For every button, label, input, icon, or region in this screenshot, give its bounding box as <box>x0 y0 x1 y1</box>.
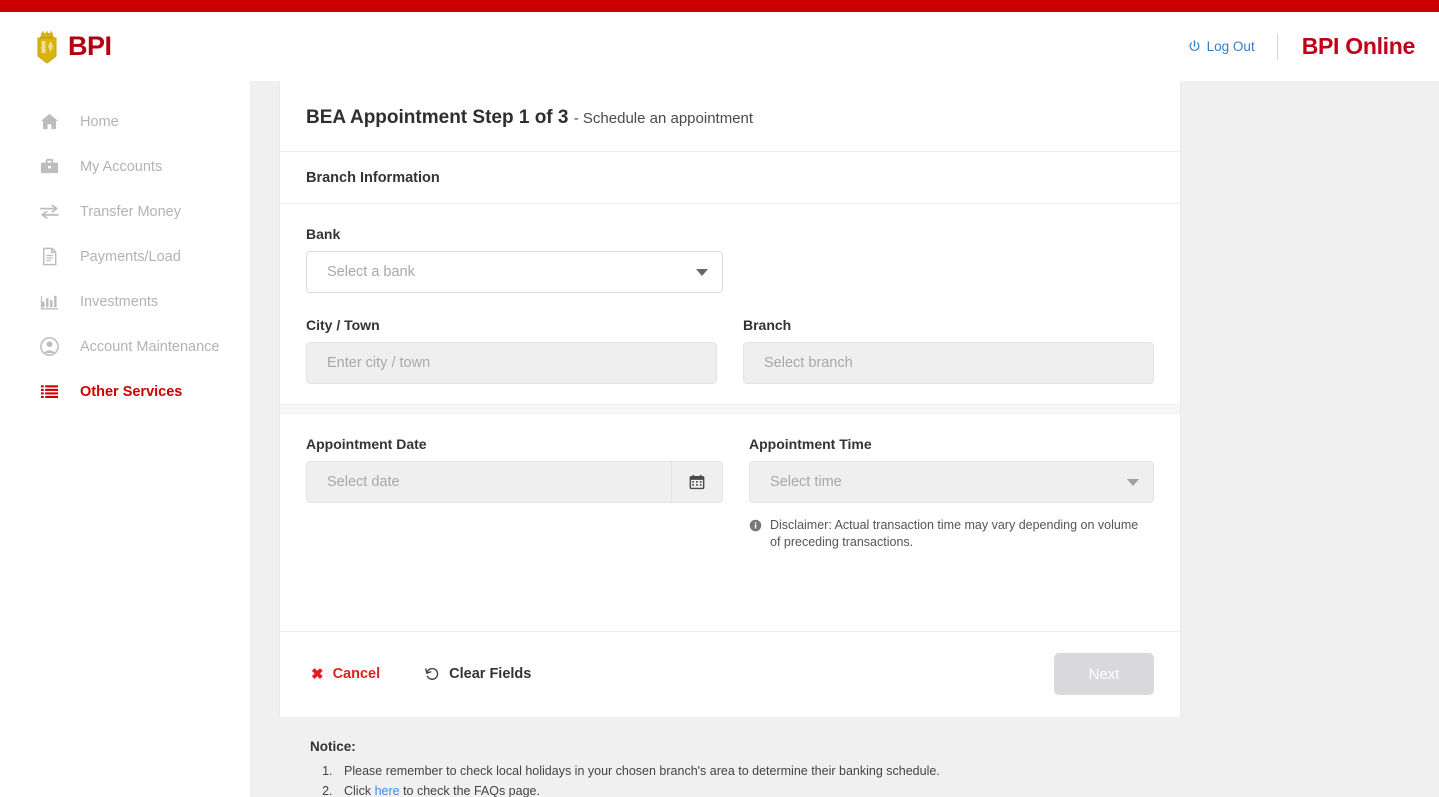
city-input[interactable]: Enter city / town <box>306 342 717 384</box>
sidebar-item-my-accounts[interactable]: My Accounts <box>0 144 250 189</box>
page-title: BEA Appointment Step 1 of 3 - Schedule a… <box>280 81 1180 152</box>
sidebar-item-home[interactable]: Home <box>0 99 250 144</box>
calendar-icon <box>689 474 705 490</box>
city-field-group: City / Town Enter city / town <box>306 317 717 384</box>
appointment-date-control: Select date <box>306 461 723 503</box>
product-name: BPI Online <box>1301 33 1416 59</box>
chevron-down-icon <box>696 268 708 276</box>
calendar-picker-button[interactable] <box>671 461 723 503</box>
notice-list: Please remember to check local holidays … <box>310 761 1439 797</box>
notice-item-text-after: to check the FAQs page. <box>399 784 540 797</box>
sidebar-item-label: Transfer Money <box>80 203 181 220</box>
card-actions: ✖ Cancel Clear Fields Next <box>280 630 1180 717</box>
section-title-branch-information: Branch Information <box>280 152 1180 204</box>
bar-chart-icon <box>38 291 60 313</box>
disclaimer-text: Disclaimer: Actual transaction time may … <box>770 518 1139 549</box>
sidebar-item-transfer-money[interactable]: Transfer Money <box>0 189 250 234</box>
undo-icon <box>425 668 439 681</box>
page-body: Home My Accounts Transfer Money Payments… <box>0 81 1439 797</box>
logout-button[interactable]: Log Out <box>1188 39 1277 54</box>
branch-field-group: Branch Select branch <box>743 317 1154 384</box>
transfer-arrows-icon <box>38 201 60 223</box>
appointment-time-label: Appointment Time <box>749 436 872 452</box>
notice-block: Notice: Please remember to check local h… <box>280 716 1439 797</box>
sidebar-item-other-services[interactable]: Other Services <box>0 369 250 414</box>
x-icon: ✖ <box>311 665 324 683</box>
faq-link[interactable]: here <box>375 784 400 797</box>
appointment-date-label: Appointment Date <box>306 436 427 452</box>
notice-item-text: Click <box>344 784 375 797</box>
home-icon <box>38 111 60 133</box>
sidebar-item-label: Home <box>80 113 119 130</box>
brand-logo[interactable]: BPI <box>34 29 112 64</box>
bank-placeholder: Select a bank <box>327 264 415 280</box>
brand-name: BPI <box>68 31 112 61</box>
cancel-button[interactable]: ✖ Cancel <box>311 666 380 682</box>
branch-placeholder: Select branch <box>764 355 853 371</box>
next-button[interactable]: Next <box>1054 653 1154 696</box>
header-actions: Log Out BPI Online <box>1188 33 1415 60</box>
list-item: Please remember to check local holidays … <box>336 761 1439 781</box>
page-title-sub: - Schedule an appointment <box>573 110 754 127</box>
notice-title: Notice: <box>310 738 356 754</box>
appointment-date-placeholder: Select date <box>327 474 400 490</box>
section-divider <box>280 404 1180 414</box>
branch-label: Branch <box>743 317 792 333</box>
notice-item-text: Please remember to check local holidays … <box>344 763 940 778</box>
bank-field-group: Bank Select a bank <box>306 226 1154 293</box>
appointment-time-placeholder: Select time <box>770 474 842 490</box>
appointment-time-group: Appointment Time Select time Disclaimer:… <box>749 436 1154 551</box>
city-placeholder: Enter city / town <box>327 355 431 371</box>
main-content: BEA Appointment Step 1 of 3 - Schedule a… <box>280 81 1439 797</box>
appointment-time-select[interactable]: Select time <box>749 461 1154 503</box>
sidebar-item-account-maintenance[interactable]: Account Maintenance <box>0 324 250 369</box>
appointment-date-group: Appointment Date Select date <box>306 436 723 551</box>
city-label: City / Town <box>306 317 380 333</box>
document-icon <box>38 246 60 268</box>
user-circle-icon <box>38 336 60 358</box>
logout-label: Log Out <box>1206 39 1255 54</box>
power-icon <box>1189 40 1200 52</box>
sidebar-item-label: Account Maintenance <box>80 338 220 355</box>
branch-information-fields: Bank Select a bank City / Town Enter cit… <box>280 204 1180 404</box>
list-item: Click here to check the FAQs page. <box>336 781 1439 797</box>
appointment-card: BEA Appointment Step 1 of 3 - Schedule a… <box>280 81 1180 717</box>
sidebar-item-label: Payments/Load <box>80 248 181 265</box>
clear-fields-label: Clear Fields <box>449 666 532 683</box>
bank-select[interactable]: Select a bank <box>306 251 723 293</box>
bpi-crest-logo-icon <box>37 29 57 64</box>
bank-label: Bank <box>306 226 341 242</box>
sidebar-item-label: Investments <box>80 293 159 310</box>
clear-fields-button[interactable]: Clear Fields <box>424 666 531 682</box>
layout-gutter <box>250 81 280 797</box>
sidebar-item-label: Other Services <box>80 383 183 400</box>
page-title-strong: BEA Appointment Step 1 of 3 <box>306 107 569 128</box>
date-time-row: Appointment Date Select date Appointment… <box>306 436 1154 551</box>
sidebar-item-payments-load[interactable]: Payments/Load <box>0 234 250 279</box>
sidebar-item-label: My Accounts <box>80 158 163 175</box>
cancel-label: Cancel <box>332 666 381 683</box>
city-branch-row: City / Town Enter city / town Branch Sel… <box>306 317 1154 384</box>
list-menu-icon <box>38 381 60 403</box>
chevron-down-icon <box>1127 478 1139 486</box>
sidebar-item-investments[interactable]: Investments <box>0 279 250 324</box>
appointment-fields: Appointment Date Select date Appointment… <box>280 414 1180 631</box>
page-header: BPI Log Out BPI Online <box>0 12 1439 81</box>
sidebar-nav: Home My Accounts Transfer Money Payments… <box>0 81 250 797</box>
top-accent-bar <box>0 0 1439 12</box>
briefcase-icon <box>38 156 60 178</box>
appointment-date-input[interactable]: Select date <box>306 461 671 503</box>
branch-select[interactable]: Select branch <box>743 342 1154 384</box>
disclaimer-note: Disclaimer: Actual transaction time may … <box>749 517 1139 551</box>
info-icon <box>749 519 762 532</box>
